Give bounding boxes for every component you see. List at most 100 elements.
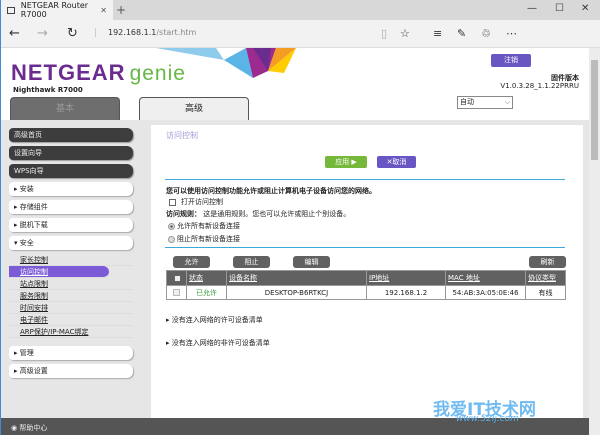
tab-advanced[interactable]: 高级 bbox=[139, 97, 249, 120]
radio-block-all[interactable]: 阻止所有新设备连接 bbox=[168, 234, 240, 244]
url-host: 192.168.1.1 bbox=[108, 28, 157, 37]
sidebar-item-advanced-setup[interactable]: ▸ 高级设置 bbox=[9, 364, 133, 378]
tab-title: NETGEAR Router R7000 bbox=[20, 1, 89, 19]
device-table: 状态 设备名称 IP地址 MAC 地址 协议类型 已允许 DESKTOP-B6R… bbox=[166, 270, 566, 300]
minimize-button[interactable]: — bbox=[527, 3, 537, 14]
back-icon[interactable]: ← bbox=[9, 26, 20, 41]
scrollbar-thumb[interactable] bbox=[591, 60, 598, 160]
label: 高级设置 bbox=[19, 367, 48, 375]
col-status[interactable]: 状态 bbox=[186, 270, 227, 286]
sidebar-item-setup-wizard[interactable]: 设置向导 bbox=[9, 146, 133, 160]
enable-label: 打开访问控制 bbox=[181, 198, 223, 206]
allow-button[interactable]: 允许 bbox=[173, 256, 210, 268]
label: 没有连入网络的许可设备清单 bbox=[171, 316, 263, 324]
label: 脱机下载 bbox=[19, 221, 48, 229]
rule-text: 这是通用规则。您也可以允许或阻止个别设备。 bbox=[203, 210, 351, 218]
radio-block[interactable] bbox=[168, 235, 175, 243]
web-note-icon[interactable]: ✎ bbox=[457, 27, 466, 40]
new-tab-button[interactable]: + bbox=[116, 3, 126, 17]
intro-text: 您可以使用访问控制功能允许或阻止计算机电子设备访问您的网络。 bbox=[166, 187, 376, 195]
sidebar-sub-access-control[interactable]: 访问控制 bbox=[9, 266, 109, 278]
url-path: /start.htm bbox=[156, 28, 197, 37]
page-icon bbox=[7, 6, 15, 14]
more-icon[interactable]: ⋯ bbox=[506, 27, 517, 40]
router-page: NETGEAR genie Nighthawk R7000 注销 固件版本 V1.… bbox=[1, 48, 589, 435]
sidebar-sub-email[interactable]: 电子邮件 bbox=[9, 314, 133, 326]
language-select[interactable]: 自动 ⌵ bbox=[457, 96, 513, 109]
block-button[interactable]: 阻止 bbox=[233, 256, 270, 268]
sidebar-item-storage[interactable]: ▸ 存储组件 bbox=[9, 200, 133, 214]
radio-allow[interactable] bbox=[168, 222, 175, 230]
reading-view-icon[interactable]: ▯ bbox=[381, 27, 387, 40]
tab-basic[interactable]: 基本 bbox=[10, 97, 120, 120]
help-label: 帮助中心 bbox=[19, 424, 48, 432]
refresh-button[interactable]: 刷新 bbox=[529, 256, 566, 268]
label: 管理 bbox=[19, 349, 34, 357]
sidebar-item-setup[interactable]: ▸ 安装 bbox=[9, 182, 133, 196]
sidebar-sub-arp[interactable]: ARP保护/IP-MAC绑定 bbox=[9, 326, 133, 338]
row-type: 有线 bbox=[525, 285, 566, 300]
favorite-star-icon[interactable]: ☆ bbox=[400, 27, 410, 40]
enable-access-control[interactable]: 打开访问控制 bbox=[169, 197, 223, 207]
url-field[interactable]: 192.168.1.1/start.htm bbox=[95, 28, 196, 37]
table-row: 已允许 DESKTOP-B6RTKCJ 192.168.1.2 54:AB:3A… bbox=[166, 285, 566, 300]
hub-icon[interactable]: ≡ bbox=[433, 27, 442, 40]
label: 安全 bbox=[19, 239, 34, 247]
language-value: 自动 bbox=[460, 98, 474, 106]
close-window-button[interactable]: ✕ bbox=[581, 3, 589, 14]
sidebar-item-offline-download[interactable]: ▸ 脱机下载 bbox=[9, 218, 133, 232]
sidebar: 高级首页 设置向导 WPS向导 ▸ 安装 ▸ 存储组件 ▸ 脱机下载 ▾ 安全 … bbox=[9, 128, 133, 382]
access-rule: 访问规则： 这是通用规则。您也可以允许或阻止个别设备。 bbox=[166, 209, 350, 219]
blocked-offline-list-toggle[interactable]: ▸ 没有连入网络的非许可设备清单 bbox=[166, 338, 270, 348]
col-type[interactable]: 协议类型 bbox=[525, 270, 566, 286]
row-ip: 192.168.1.2 bbox=[366, 285, 446, 300]
header: NETGEAR genie Nighthawk R7000 注销 固件版本 V1.… bbox=[1, 48, 589, 120]
scrollbar[interactable] bbox=[589, 48, 600, 435]
browser-titlebar: NETGEAR Router R7000 ✕ + — ☐ ✕ bbox=[1, 0, 600, 20]
row-checkbox[interactable] bbox=[173, 289, 180, 296]
enable-checkbox[interactable] bbox=[169, 198, 176, 206]
label: 安装 bbox=[19, 185, 34, 193]
model-name: Nighthawk R7000 bbox=[13, 86, 83, 94]
chevron-down-icon: ⌵ bbox=[504, 98, 510, 106]
share-icon[interactable]: ♲ bbox=[481, 27, 491, 40]
sidebar-item-security[interactable]: ▾ 安全 bbox=[9, 236, 133, 250]
allowed-offline-list-toggle[interactable]: ▸ 没有连入网络的许可设备清单 bbox=[166, 315, 263, 325]
sidebar-sub-block-services[interactable]: 服务限制 bbox=[9, 290, 133, 302]
divider bbox=[165, 247, 565, 248]
genie-label: genie bbox=[129, 62, 186, 85]
col-device-name[interactable]: 设备名称 bbox=[226, 270, 367, 286]
cancel-button[interactable]: ✕取消 bbox=[377, 156, 416, 168]
col-ip[interactable]: IP地址 bbox=[366, 270, 446, 286]
sidebar-sub-schedule[interactable]: 时间安排 bbox=[9, 302, 133, 314]
sidebar-sub-block-sites[interactable]: 站点限制 bbox=[9, 278, 133, 290]
label: 没有连入网络的非许可设备清单 bbox=[171, 339, 270, 347]
radio-block-label: 阻止所有新设备连接 bbox=[177, 235, 240, 243]
browser-tab[interactable]: NETGEAR Router R7000 ✕ bbox=[1, 0, 113, 20]
rule-label: 访问规则： bbox=[166, 210, 201, 218]
forward-icon[interactable]: → bbox=[37, 26, 48, 41]
sidebar-item-management[interactable]: ▸ 管理 bbox=[9, 346, 133, 360]
radio-allow-all[interactable]: 允许所有新设备连接 bbox=[168, 221, 240, 231]
maximize-button[interactable]: ☐ bbox=[555, 3, 564, 14]
apply-button[interactable]: 应用 ▶ bbox=[325, 156, 367, 168]
logout-button[interactable]: 注销 bbox=[491, 54, 531, 67]
sidebar-item-wps-wizard[interactable]: WPS向导 bbox=[9, 164, 133, 178]
sidebar-item-advanced-home[interactable]: 高级首页 bbox=[9, 128, 133, 142]
divider bbox=[165, 179, 565, 180]
sidebar-sub-parental-control[interactable]: 家长控制 bbox=[9, 254, 133, 266]
label: 存储组件 bbox=[19, 203, 48, 211]
content-panel: 访问控制 应用 ▶ ✕取消 您可以使用访问控制功能允许或阻止计算机电子设备访问您… bbox=[151, 125, 583, 425]
row-device-name: DESKTOP-B6RTKCJ bbox=[226, 285, 367, 300]
table-header: 状态 设备名称 IP地址 MAC 地址 协议类型 bbox=[166, 270, 566, 286]
col-mac[interactable]: MAC 地址 bbox=[445, 270, 526, 286]
page-title: 访问控制 bbox=[166, 131, 198, 140]
refresh-icon[interactable]: ↻ bbox=[67, 26, 78, 41]
row-mac: 54:AB:3A:05:0E:46 bbox=[445, 285, 526, 300]
edit-button[interactable]: 编辑 bbox=[293, 256, 330, 268]
select-all-checkbox[interactable] bbox=[174, 274, 181, 282]
brand-name: NETGEAR bbox=[11, 60, 126, 85]
watermark-url: www.52ij.com bbox=[456, 414, 519, 424]
row-status: 已允许 bbox=[186, 285, 227, 300]
close-tab-icon[interactable]: ✕ bbox=[100, 6, 107, 15]
